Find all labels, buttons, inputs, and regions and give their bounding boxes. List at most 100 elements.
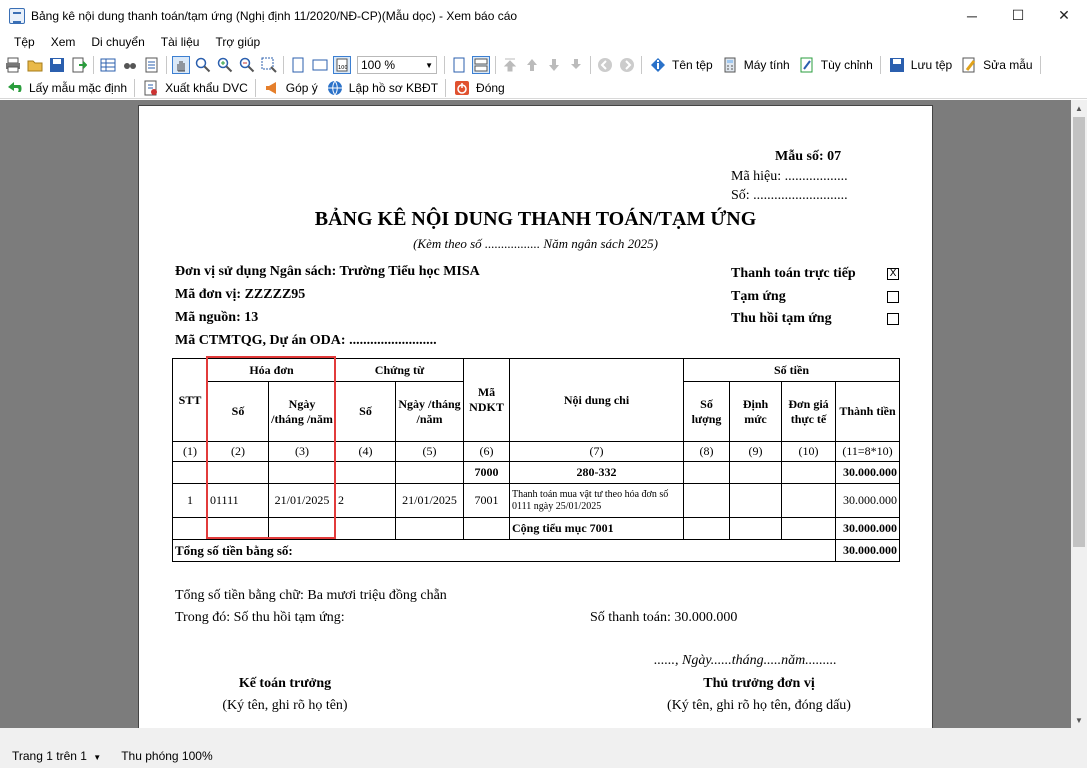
undo-arrow-icon — [6, 79, 24, 97]
kbdt-label: Lập hồ sơ KBĐT — [348, 80, 439, 95]
header-voucher-no: Số — [335, 381, 396, 442]
header-stt: STT — [172, 358, 208, 442]
row-ndkt: 7001 — [463, 483, 510, 518]
horizontal-scrollbar[interactable] — [0, 728, 1087, 744]
zoom-out-icon[interactable] — [238, 56, 256, 74]
menu-file[interactable]: Tệp — [6, 35, 43, 49]
header-ndkt: Mã NDKT — [463, 358, 510, 442]
maximize-button[interactable]: ☐ — [995, 0, 1041, 31]
last-page-icon[interactable] — [567, 56, 585, 74]
scroll-down-icon[interactable]: ▼ — [1071, 712, 1087, 728]
grand-total-label: Tổng số tiền bằng số: — [172, 539, 836, 562]
zoom-in-icon[interactable] — [216, 56, 234, 74]
zoom-icon[interactable] — [194, 56, 212, 74]
ctmtqg-line: Mã CTMTQG, Dự án ODA: ..................… — [175, 333, 437, 348]
status-bar: Trang 1 trên 1 ▼ Thu phóng 100% — [0, 744, 1087, 768]
report-title: BẢNG KÊ NỘI DUNG THANH TOÁN/TẠM ỨNG — [314, 208, 757, 230]
header-voucher-date: Ngày /tháng /năm — [395, 381, 464, 442]
edit-template-button[interactable]: Sửa mẫu — [958, 56, 1033, 74]
recover-advance-label: Trong đó: Số thu hồi tạm ứng: — [175, 610, 345, 625]
single-page-icon[interactable] — [450, 56, 468, 74]
close-window-button[interactable]: ✕ — [1041, 0, 1087, 31]
unit-code-line: Mã đơn vị: ZZZZZ95 — [175, 287, 305, 303]
secondary-toolbar: Lấy mẫu mặc định Xuất khẩu DVC Góp ý Lập… — [0, 77, 1087, 99]
actual-size-icon[interactable]: 100 — [333, 56, 351, 74]
unit-code-label: Mã đơn vị: — [175, 287, 242, 302]
default-template-button[interactable]: Lấy mẫu mặc định — [4, 79, 127, 97]
forward-icon[interactable] — [618, 56, 636, 74]
title-bar: Bảng kê nội dung thanh toán/tạm ứng (Ngh… — [0, 0, 1087, 31]
group-content: 280-332 — [509, 461, 684, 484]
menu-view[interactable]: Xem — [43, 35, 84, 49]
form-number: Mẫu số: 07 — [775, 149, 842, 164]
option-recover-label: Thu hồi tạm ứng — [731, 311, 832, 326]
print-icon[interactable] — [4, 56, 22, 74]
col-index: (4) — [335, 441, 396, 462]
menu-document[interactable]: Tài liệu — [153, 35, 208, 49]
col-index: (11=8*10) — [835, 441, 900, 462]
customize-button[interactable]: Tùy chỉnh — [796, 56, 873, 74]
group-ndkt: 7000 — [463, 461, 510, 484]
amount-in-words: Tổng số tiền bằng chữ: Ba mươi triệu đồn… — [175, 588, 447, 603]
scroll-thumb[interactable] — [1073, 117, 1085, 547]
open-folder-icon[interactable] — [26, 56, 44, 74]
disk-icon — [888, 56, 906, 74]
file-name-button[interactable]: Tên tệp — [647, 56, 713, 74]
option-direct-label: Thanh toán trực tiếp — [731, 266, 856, 281]
zoom-status: Thu phóng 100% — [121, 749, 213, 763]
prev-page-icon[interactable] — [523, 56, 541, 74]
row-stt: 1 — [172, 483, 208, 518]
save-file-button[interactable]: Lưu tệp — [886, 56, 952, 74]
page-indicator[interactable]: Trang 1 trên 1 ▼ — [12, 749, 101, 763]
subtotal-label: Cộng tiểu mục 7001 — [509, 517, 684, 540]
row-content: Thanh toán mua vật tư theo hóa đơn số 01… — [509, 483, 684, 518]
table-view-icon[interactable] — [99, 56, 117, 74]
zoom-select[interactable]: 100 % ▼ — [357, 56, 437, 74]
calculator-button[interactable]: Máy tính — [719, 56, 790, 74]
unit-value: Trường Tiểu học MISA — [339, 264, 480, 279]
col-index: (5) — [395, 441, 464, 462]
first-page-icon[interactable] — [501, 56, 519, 74]
menu-navigate[interactable]: Di chuyển — [83, 35, 152, 49]
grand-total-row: Tổng số tiền bằng số: 30.000.000 — [172, 539, 900, 562]
fit-width-icon[interactable] — [311, 56, 329, 74]
option-recover-checkbox — [887, 313, 899, 325]
export-dvc-button[interactable]: Xuất khẩu DVC — [140, 79, 248, 97]
col-index: (6) — [463, 441, 510, 462]
find-icon[interactable] — [121, 56, 139, 74]
export-icon[interactable] — [70, 56, 88, 74]
subtotal-total: 30.000.000 — [835, 517, 900, 540]
chevron-down-icon: ▼ — [93, 753, 102, 762]
close-report-label: Đóng — [476, 80, 505, 95]
report-subtitle: (Kèm theo số ................. Năm ngân … — [413, 236, 658, 251]
unit-label: Đơn vị sử dụng Ngân sách: — [175, 264, 337, 279]
option-advance-checkbox — [887, 291, 899, 303]
header-norm: Định mức — [729, 381, 782, 442]
fit-page-icon[interactable] — [289, 56, 307, 74]
feedback-button[interactable]: Góp ý — [261, 79, 318, 97]
multi-page-icon[interactable] — [472, 56, 490, 74]
minimize-button[interactable]: ─ — [949, 0, 995, 31]
page-indicator-label: Trang 1 trên 1 — [12, 749, 87, 763]
menu-help[interactable]: Trợ giúp — [207, 35, 268, 49]
close-report-button[interactable]: Đóng — [451, 79, 505, 97]
head-of-unit-sign: (Ký tên, ghi rõ họ tên, đóng dấu) — [667, 698, 851, 713]
save-icon[interactable] — [48, 56, 66, 74]
chief-accountant-sign: (Ký tên, ghi rõ họ tên) — [222, 698, 348, 713]
scroll-up-icon[interactable]: ▲ — [1071, 100, 1087, 116]
header-total: Thành tiền — [835, 381, 900, 442]
page-setup-icon[interactable] — [143, 56, 161, 74]
header-content: Nội dung chi — [509, 358, 684, 442]
col-index: (7) — [509, 441, 684, 462]
hand-tool-icon[interactable] — [172, 56, 190, 74]
report-viewport[interactable]: Mẫu số: 07 Mã hiệu: .................. S… — [0, 100, 1071, 728]
row-voucher-no: 2 — [335, 483, 396, 518]
next-page-icon[interactable] — [545, 56, 563, 74]
chevron-down-icon: ▼ — [425, 60, 433, 70]
back-icon[interactable] — [596, 56, 614, 74]
zoom-fit-icon[interactable] — [260, 56, 278, 74]
vertical-scrollbar[interactable]: ▲ ▼ — [1071, 100, 1087, 728]
kbdt-button[interactable]: Lập hồ sơ KBĐT — [324, 79, 438, 97]
form-symbol: Mã hiệu: .................. — [731, 169, 848, 184]
calculator-label: Máy tính — [743, 58, 790, 72]
